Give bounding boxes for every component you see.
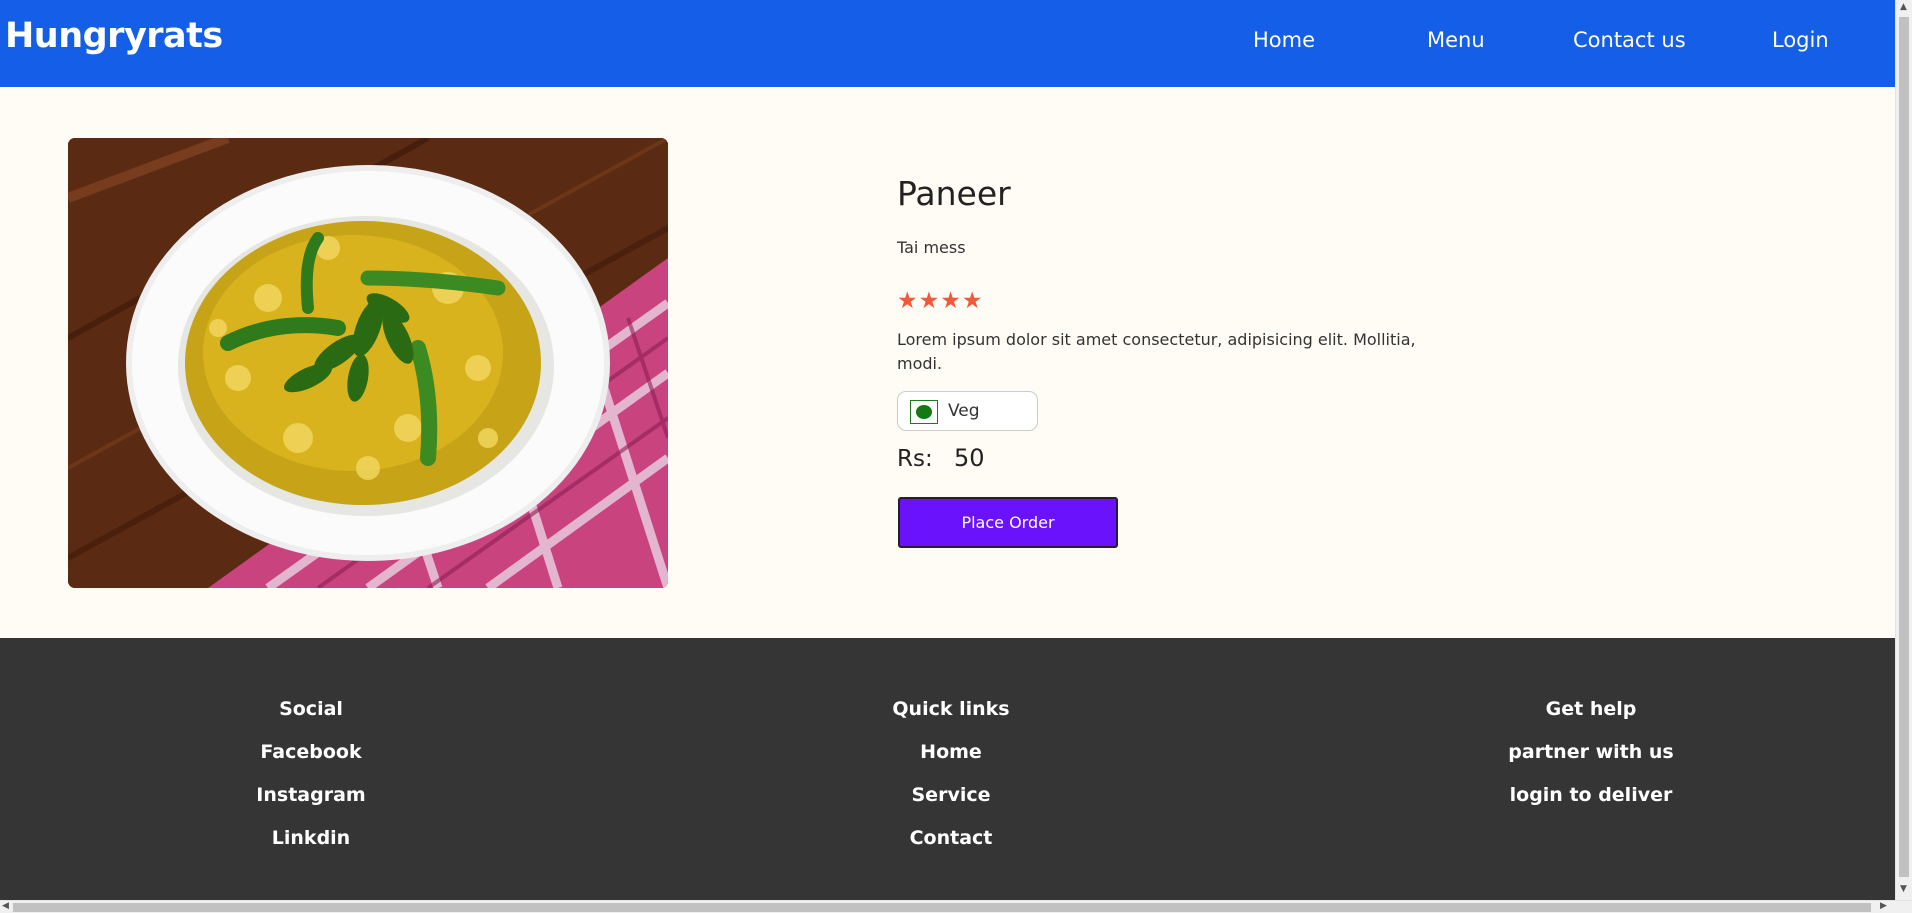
scroll-right-arrow-icon[interactable]: ▶ [1880,902,1887,911]
footer-quick-links-column: Quick links Home Service Contact [801,688,1101,860]
footer-heading-quick-links: Quick links [892,698,1010,720]
footer-link-linkedin[interactable]: Linkdin [161,817,461,860]
brand-logo[interactable]: Hungryrats [5,16,223,56]
product-title: Paneer [897,174,1011,213]
nav-home-link[interactable]: Home [1253,28,1315,52]
footer-social-column: Social Facebook Instagram Linkdin [161,688,461,860]
star-icon: ★ [940,288,961,314]
top-navbar: Hungryrats Home Menu Contact us Login [0,0,1895,87]
footer-link-instagram[interactable]: Instagram [161,774,461,817]
product-description: Lorem ipsum dolor sit amet consectetur, … [897,330,1416,373]
star-icon: ★ [897,288,918,314]
horizontal-scrollbar[interactable]: ◀ ▶ [0,900,1912,913]
star-icon: ★ [918,288,940,314]
footer-link-contact[interactable]: Contact [801,817,1101,860]
scroll-left-arrow-icon[interactable]: ◀ [2,902,9,911]
rating-stars: ★ ★ ★ ★ [897,290,983,313]
footer-link-service[interactable]: Service [801,774,1101,817]
vertical-scroll-thumb[interactable] [1899,17,1909,877]
nav-contact-link[interactable]: Contact us [1573,28,1686,52]
footer-heading-get-help: Get help [1545,698,1637,720]
footer-heading-social: Social [279,698,343,720]
footer-link-partner[interactable]: partner with us [1441,731,1741,774]
footer: Social Facebook Instagram Linkdin Quick … [0,638,1895,900]
place-order-button[interactable]: Place Order [898,497,1118,548]
star-icon: ★ [961,288,983,314]
footer-link-facebook[interactable]: Facebook [161,731,461,774]
nav-menu-link[interactable]: Menu [1427,28,1485,52]
veg-indicator-icon [910,400,938,424]
vertical-scrollbar[interactable]: ▲ ▼ [1895,0,1912,900]
nav-login-link[interactable]: Login [1772,28,1829,52]
mess-name: Tai mess [897,238,966,257]
product-image [68,138,668,588]
veg-label: Veg [948,401,980,421]
scroll-up-arrow-icon[interactable]: ▲ [1900,3,1907,12]
footer-help-column: Get help partner with us login to delive… [1441,688,1741,817]
horizontal-scroll-thumb[interactable] [13,903,1871,912]
footer-link-home[interactable]: Home [801,731,1101,774]
footer-link-login-deliver[interactable]: login to deliver [1441,774,1741,817]
price-label: Rs: [897,446,933,472]
scroll-down-arrow-icon[interactable]: ▼ [1900,885,1907,894]
veg-badge: Veg [897,391,1038,431]
price-value: 50 [954,444,985,472]
veg-dot [916,405,932,419]
